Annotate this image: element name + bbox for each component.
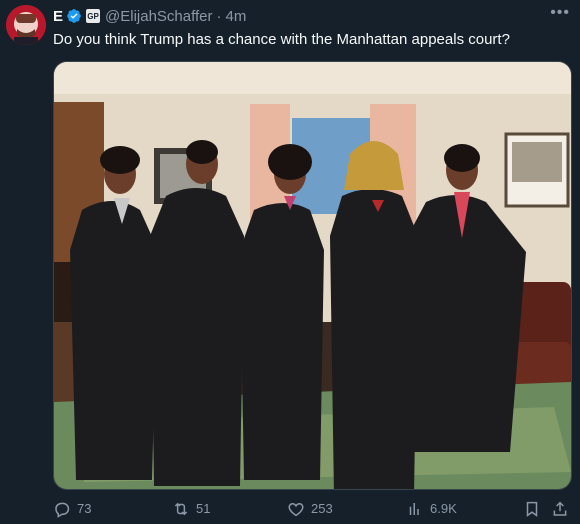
tweet-time[interactable]: 4m [226, 8, 247, 25]
reply-button[interactable]: 73 [53, 500, 91, 518]
retweet-icon [174, 502, 188, 516]
reply-icon [55, 502, 70, 518]
reply-count: 73 [77, 501, 92, 516]
bookmark-icon [526, 501, 538, 517]
tweet-actions: 73 51 253 6.9K [53, 500, 570, 520]
share-icon [553, 501, 567, 516]
avatar-image [6, 5, 46, 45]
bookmark-button[interactable] [523, 500, 547, 518]
verified-badge-icon[interactable] [66, 8, 82, 24]
tweet-header: E GP @ElijahSchaffer · 4m ••• [53, 4, 570, 26]
more-icon[interactable]: ••• [550, 4, 570, 22]
views-button[interactable]: 6.9K [406, 500, 457, 518]
like-button[interactable]: 253 [287, 500, 333, 518]
author-avatar[interactable] [6, 5, 46, 45]
photo-image [54, 62, 571, 489]
tweet-photo[interactable] [53, 61, 572, 490]
like-count: 253 [311, 501, 333, 516]
author-handle[interactable]: @ElijahSchaffer [105, 8, 213, 25]
author-name[interactable]: E [53, 8, 63, 25]
separator-dot: · [216, 7, 222, 25]
affiliate-badge[interactable]: GP [86, 9, 101, 23]
retweet-button[interactable]: 51 [172, 500, 210, 518]
tweet-text: Do you think Trump has a chance with the… [53, 31, 510, 48]
share-button[interactable] [551, 500, 575, 518]
retweet-count: 51 [196, 501, 211, 516]
views-count: 6.9K [430, 501, 457, 516]
heart-icon [288, 502, 304, 517]
views-icon [409, 503, 419, 515]
